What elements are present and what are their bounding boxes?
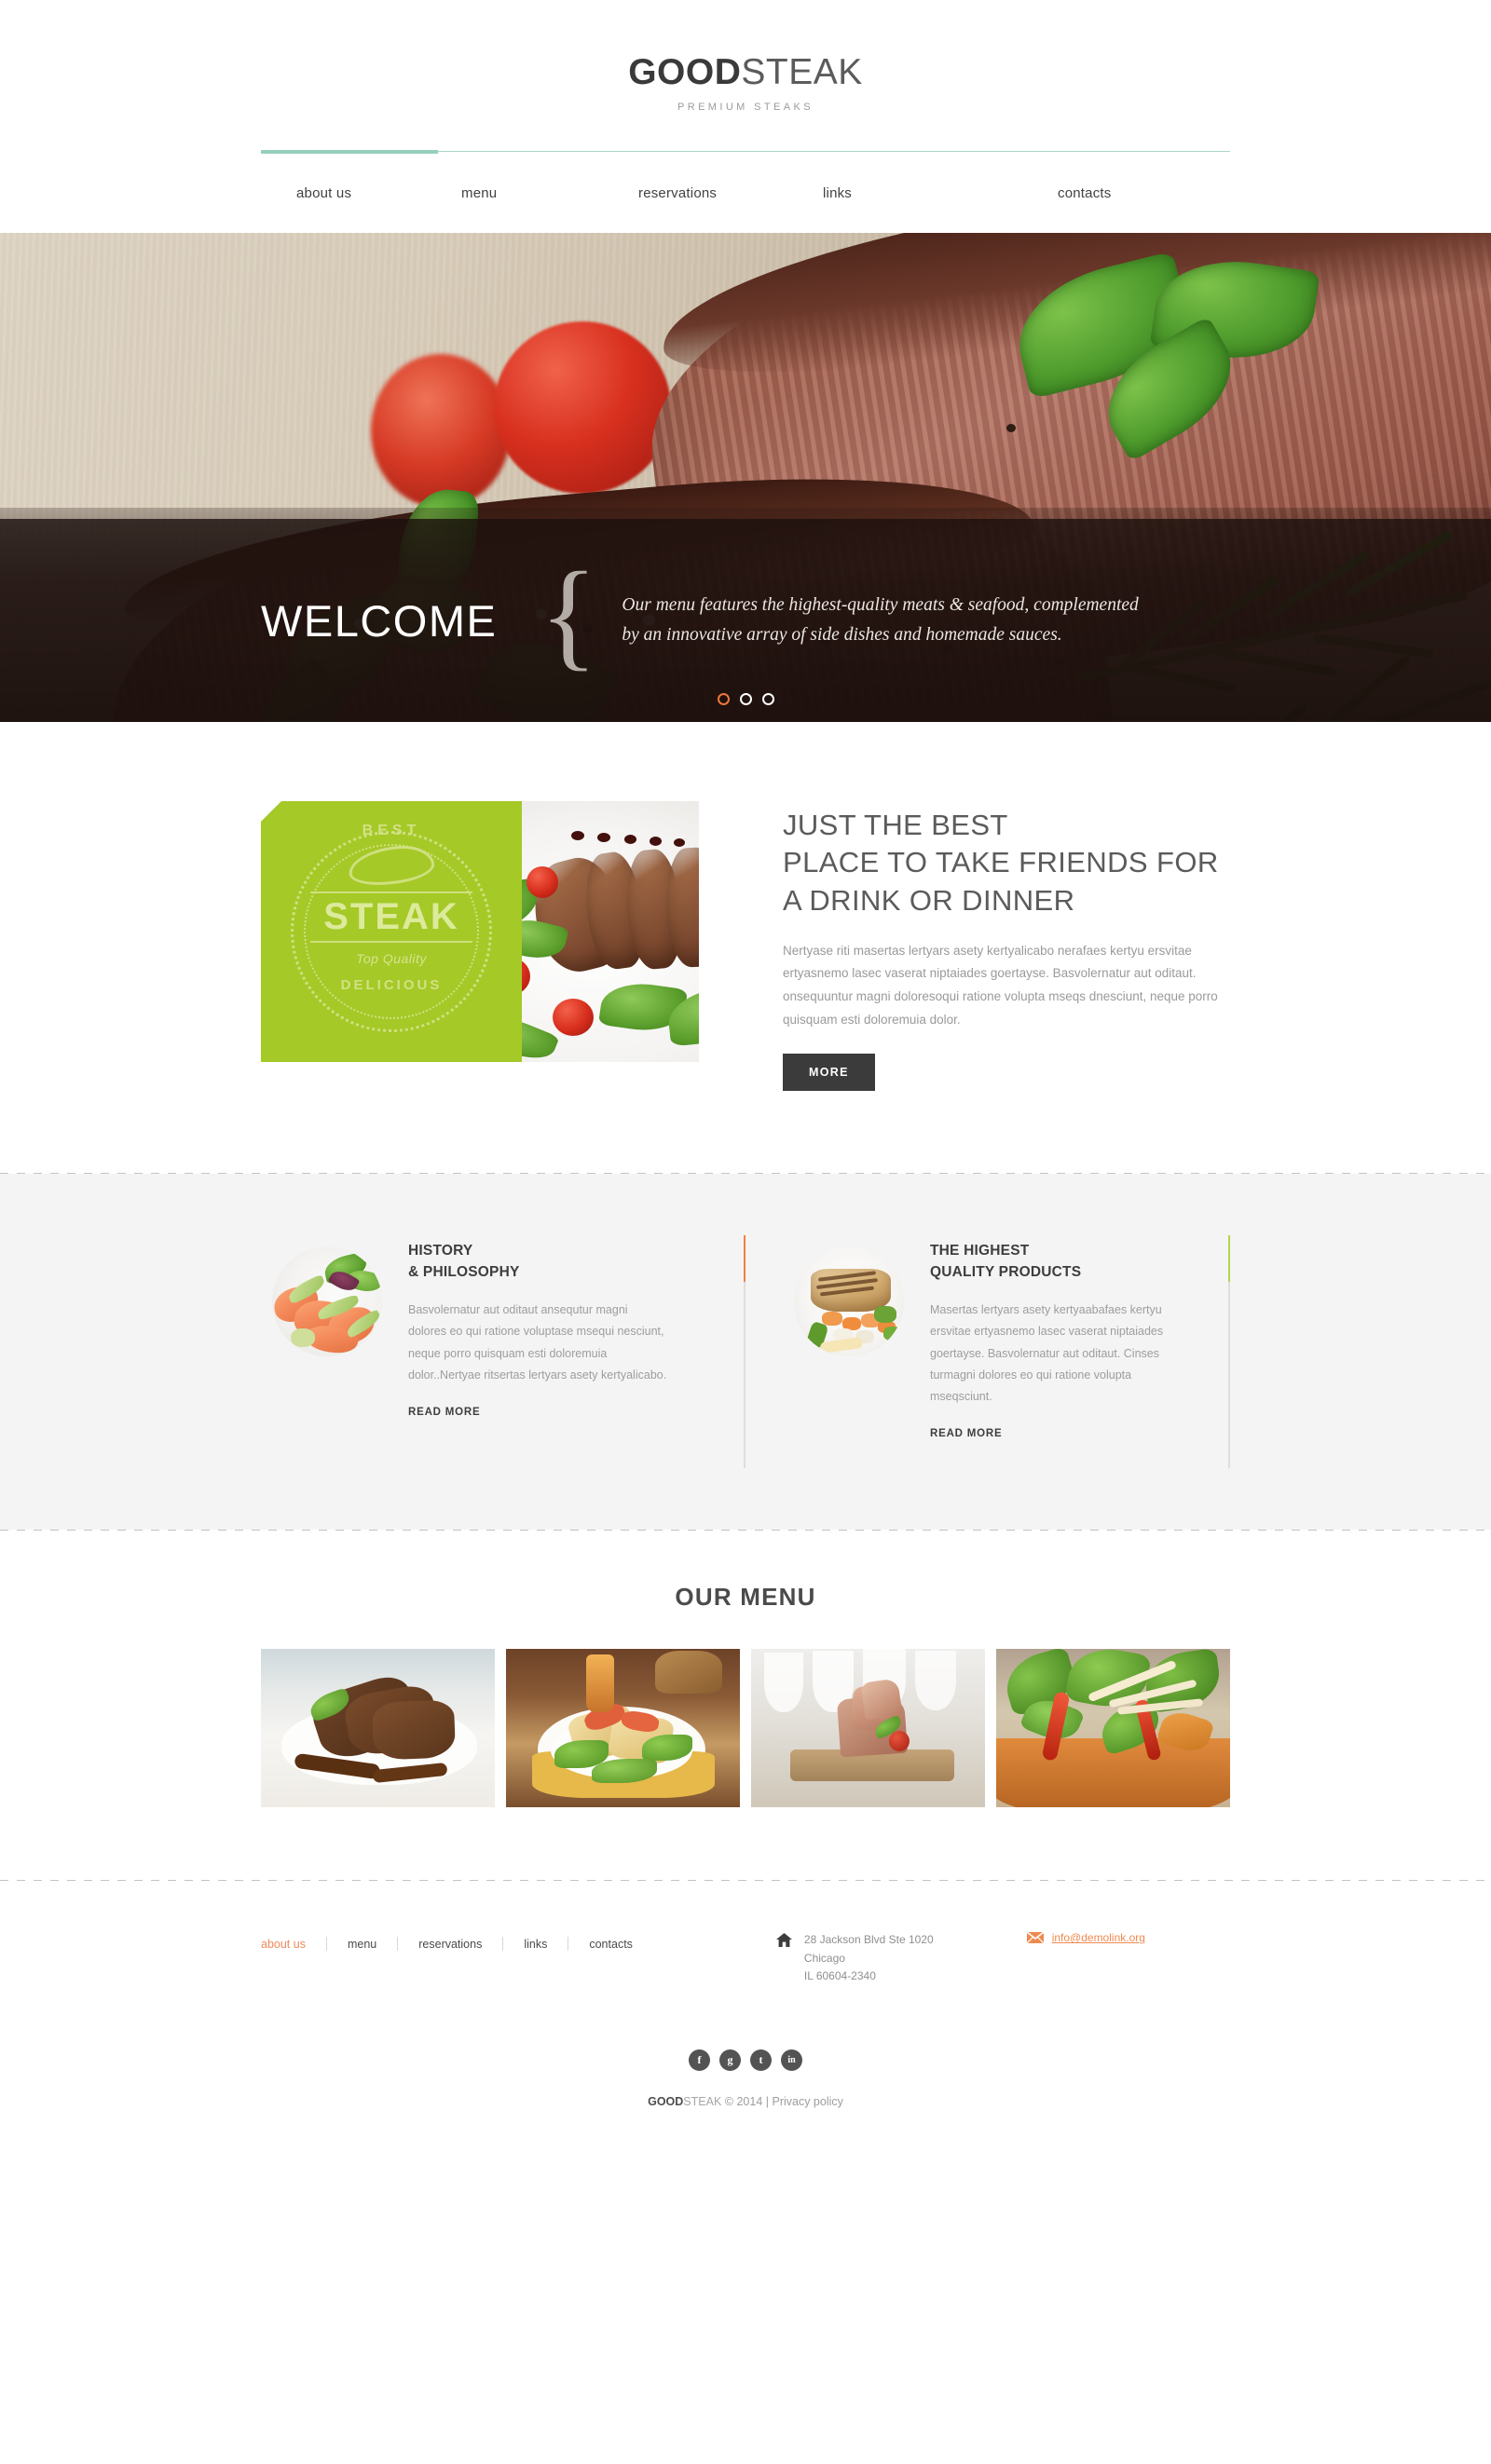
feature-divider: [1228, 1235, 1230, 1469]
hero-tomato-blurred: [371, 354, 511, 508]
linkedin-icon[interactable]: in: [781, 2049, 802, 2071]
nav-items: about us menu reservations links contact…: [261, 154, 1230, 233]
feature-heading: THE HIGHEST QUALITY PRODUCTS: [930, 1241, 1230, 1283]
feature-read-more-link[interactable]: READ MORE: [930, 1428, 1002, 1439]
nav-item-links[interactable]: links: [820, 185, 1006, 201]
nav-active-indicator: [261, 150, 438, 154]
hero-pepper-speck: [1006, 424, 1016, 432]
site-footer: about us menu reservations links contact…: [0, 1881, 1491, 2108]
nav-item-reservations[interactable]: reservations: [615, 185, 820, 201]
address-line-1: 28 Jackson Blvd Ste 1020: [803, 1933, 934, 1947]
hero-tomato: [494, 321, 671, 494]
social-links: f g t in: [0, 2049, 1491, 2071]
features-section: HISTORY & PHILOSOPHY Basvolernatur aut o…: [0, 1174, 1491, 1531]
site-header: GOODSTEAK PREMIUM STEAKS about us menu r…: [0, 0, 1491, 233]
footer-nav-links[interactable]: links: [503, 1938, 568, 1951]
feature-highest-quality: THE HIGHEST QUALITY PRODUCTS Masertas le…: [746, 1235, 1230, 1469]
steak-badge: BEST STEAK Top Quality DELICIOUS: [261, 801, 522, 1062]
welcome-text: Our menu features the highest-quality me…: [622, 595, 1139, 645]
menu-section: OUR MENU: [0, 1531, 1491, 1881]
nav-item-menu[interactable]: menu: [438, 185, 615, 201]
footer-address-text: 28 Jackson Blvd Ste 1020 Chicago IL 6060…: [797, 1931, 934, 1985]
intro-heading-line-2: PLACE TO TAKE FRIENDS FOR: [783, 846, 1219, 879]
feature-heading: HISTORY & PHILOSOPHY: [408, 1241, 746, 1283]
menu-thumbnail-1[interactable]: [261, 1649, 495, 1808]
intro-paragraph: Nertyase riti masertas lertyars asety ke…: [783, 943, 1218, 1027]
intro-heading-line-1: JUST THE BEST: [783, 809, 1008, 841]
copyright-logo-bold: GOOD: [648, 2094, 684, 2108]
slider-dots: [0, 693, 1491, 705]
more-button[interactable]: MORE: [783, 1054, 875, 1092]
welcome-title: WELCOME: [261, 595, 498, 646]
google-plus-icon[interactable]: g: [719, 2049, 741, 2071]
envelope-icon: [1026, 1931, 1045, 1948]
site-logo[interactable]: GOODSTEAK PREMIUM STEAKS: [0, 54, 1491, 113]
copyright-logo-light: STEAK: [683, 2094, 722, 2108]
facebook-icon[interactable]: f: [689, 2049, 710, 2071]
logo-light-part: STEAK: [741, 52, 863, 92]
menu-gallery: [261, 1649, 1230, 1808]
intro-copy: JUST THE BEST PLACE TO TAKE FRIENDS FOR …: [699, 801, 1230, 1092]
welcome-band: WELCOME { Our menu features the highest-…: [0, 519, 1491, 722]
copyright: GOODSTEAK © 2014 | Privacy policy: [0, 2095, 1491, 2108]
feature-heading-line-1: THE HIGHEST: [930, 1243, 1030, 1259]
footer-email: info@demolink.org: [1026, 1927, 1145, 1948]
hero-slider: WELCOME { Our menu features the highest-…: [0, 233, 1491, 722]
feature-thumbnail-chicken: [794, 1246, 904, 1357]
home-icon: [775, 1931, 797, 1985]
badge-stamp: BEST STEAK Top Quality DELICIOUS: [291, 823, 492, 1032]
intro-heading: JUST THE BEST PLACE TO TAKE FRIENDS FOR …: [783, 807, 1230, 919]
footer-nav-contacts[interactable]: contacts: [568, 1938, 653, 1951]
menu-thumbnail-3[interactable]: [751, 1649, 985, 1808]
copyright-text: © 2014 |: [724, 2094, 769, 2108]
page-root: GOODSTEAK PREMIUM STEAKS about us menu r…: [0, 0, 1491, 2108]
logo-tagline: PREMIUM STEAKS: [677, 102, 814, 113]
intro-section: BEST STEAK Top Quality DELICIOUS JUST TH…: [0, 722, 1491, 1174]
footer-nav-reservations[interactable]: reservations: [398, 1938, 502, 1951]
intro-heading-line-3: A DRINK OR DINNER: [783, 883, 1075, 917]
nav-item-about-us[interactable]: about us: [261, 185, 438, 201]
address-line-3: IL 60604-2340: [803, 1969, 876, 1983]
intro-photo: [522, 801, 699, 1062]
feature-history-philosophy: HISTORY & PHILOSOPHY Basvolernatur aut o…: [261, 1235, 746, 1469]
logo-bold-part: GOOD: [628, 52, 742, 92]
welcome-brace-icon: {: [540, 548, 598, 683]
feature-read-more-link[interactable]: READ MORE: [408, 1407, 480, 1418]
badge-top-text: BEST: [362, 822, 421, 838]
nav-rule: [261, 150, 1230, 154]
slider-dot-3[interactable]: [761, 693, 774, 705]
main-navigation: about us menu reservations links contact…: [0, 150, 1491, 233]
feature-heading-line-2: QUALITY PRODUCTS: [930, 1263, 1082, 1280]
feature-heading-line-1: HISTORY: [408, 1243, 473, 1259]
feature-heading-line-2: & PHILOSOPHY: [408, 1263, 520, 1280]
twitter-icon[interactable]: t: [750, 2049, 772, 2071]
slider-dot-1[interactable]: [717, 693, 730, 705]
feature-paragraph: Masertas lertyars asety kertyaabafaes ke…: [930, 1303, 1164, 1404]
slider-dot-2[interactable]: [739, 693, 752, 705]
menu-thumbnail-2[interactable]: [506, 1649, 740, 1808]
footer-address: 28 Jackson Blvd Ste 1020 Chicago IL 6060…: [775, 1927, 934, 1985]
feature-paragraph: Basvolernatur aut oditaut ansequtur magn…: [408, 1303, 667, 1382]
badge-fold-corner: [261, 801, 281, 822]
address-line-2: Chicago: [803, 1951, 845, 1965]
nav-item-contacts[interactable]: contacts: [1006, 185, 1193, 201]
feature-thumbnail-salmon: [272, 1246, 382, 1357]
footer-nav-menu[interactable]: menu: [327, 1938, 397, 1951]
menu-thumbnail-4[interactable]: [996, 1649, 1230, 1808]
badge-bottom-text: DELICIOUS: [340, 976, 443, 993]
footer-email-link[interactable]: info@demolink.org: [1044, 1931, 1145, 1944]
menu-title: OUR MENU: [675, 1583, 816, 1612]
feature-accent-bar: [1228, 1235, 1230, 1283]
privacy-policy-link[interactable]: Privacy policy: [772, 2095, 842, 2108]
footer-navigation: about us menu reservations links contact…: [261, 1927, 653, 1952]
logo-wordmark: GOODSTEAK: [0, 54, 1491, 90]
footer-nav-about-us[interactable]: about us: [261, 1938, 326, 1951]
